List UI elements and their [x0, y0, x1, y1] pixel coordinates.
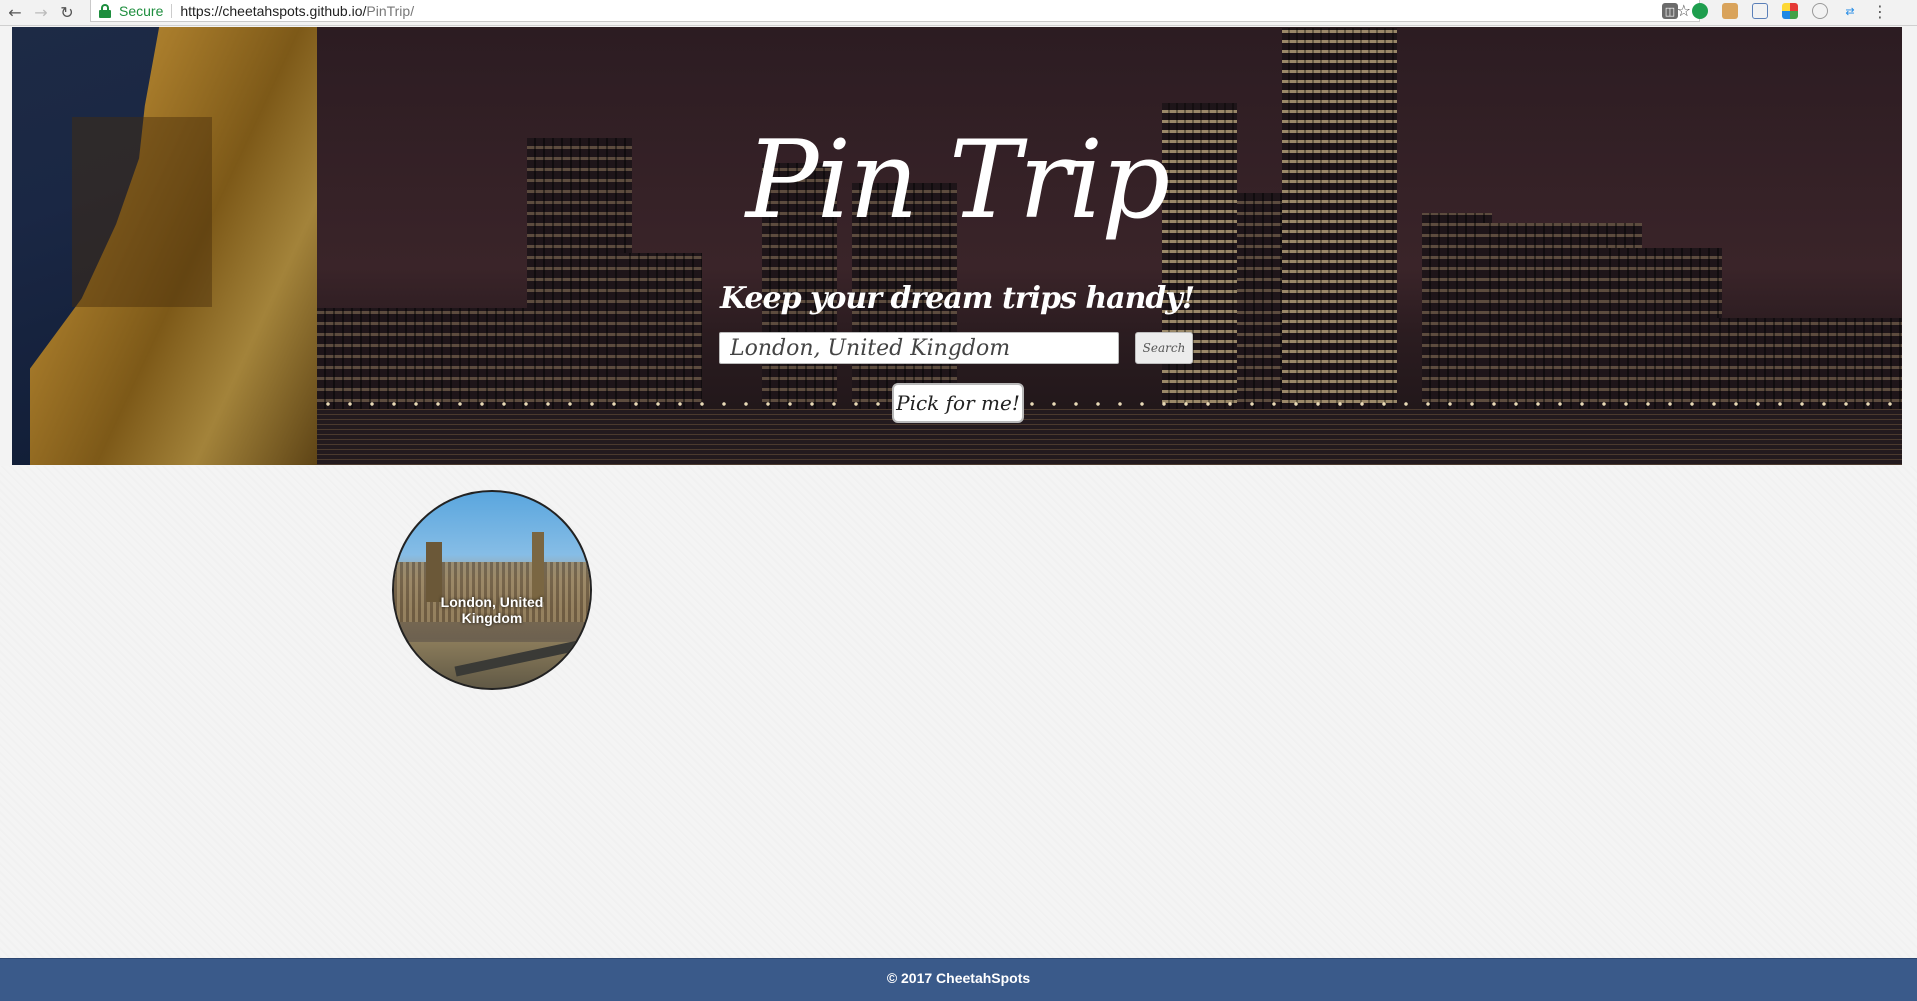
screenshot-extension-icon[interactable]	[1752, 3, 1768, 19]
pins-area	[0, 466, 1917, 958]
browser-toolbar: ← → ↻ Secure https://cheetahspots.github…	[0, 0, 1917, 26]
footer-copyright: © 2017 CheetahSpots	[886, 970, 1031, 986]
secure-label: Secure	[119, 2, 164, 19]
lock-icon	[99, 3, 111, 18]
back-arrow-icon[interactable]: ←	[4, 2, 26, 24]
skyline-building	[1602, 248, 1722, 413]
search-input[interactable]	[719, 332, 1119, 364]
address-divider	[171, 3, 173, 18]
forward-arrow-icon[interactable]: →	[30, 2, 52, 24]
url-path: PinTrip/	[366, 2, 415, 19]
shield-extension-icon[interactable]: ◫	[1662, 3, 1678, 19]
pin-label: London, United Kingdom	[440, 594, 544, 626]
extensions-bar: ◫ ⇄ ⋮	[1662, 0, 1888, 22]
menu-icon[interactable]: ⋮	[1872, 2, 1888, 21]
reload-icon[interactable]: ↻	[56, 2, 78, 24]
hero-banner: Pin Trip Keep your dream trips handy! Se…	[12, 27, 1902, 465]
color-extension-icon[interactable]	[1782, 3, 1798, 19]
url-host: https://cheetahspots.github.io/	[180, 2, 367, 19]
search-button[interactable]: Search	[1135, 332, 1193, 364]
green-extension-icon[interactable]	[1692, 3, 1708, 19]
page-title: Pin Trip	[745, 118, 1170, 243]
page-subtitle: Keep your dream trips handy!	[719, 281, 1195, 316]
address-bar[interactable]: Secure https://cheetahspots.github.io/ P…	[90, 0, 1700, 22]
bookmark-extension-icon[interactable]	[1722, 3, 1738, 19]
statue-image	[12, 27, 317, 465]
skyline-building	[622, 253, 702, 413]
sync-extension-icon[interactable]: ⇄	[1842, 3, 1858, 19]
footer: © 2017 CheetahSpots	[0, 958, 1917, 1001]
pick-for-me-button[interactable]: Pick for me!	[892, 383, 1024, 423]
pin-card-london[interactable]: London, United Kingdom	[392, 490, 592, 690]
circle-extension-icon[interactable]	[1812, 3, 1828, 19]
river-water	[317, 409, 1902, 465]
